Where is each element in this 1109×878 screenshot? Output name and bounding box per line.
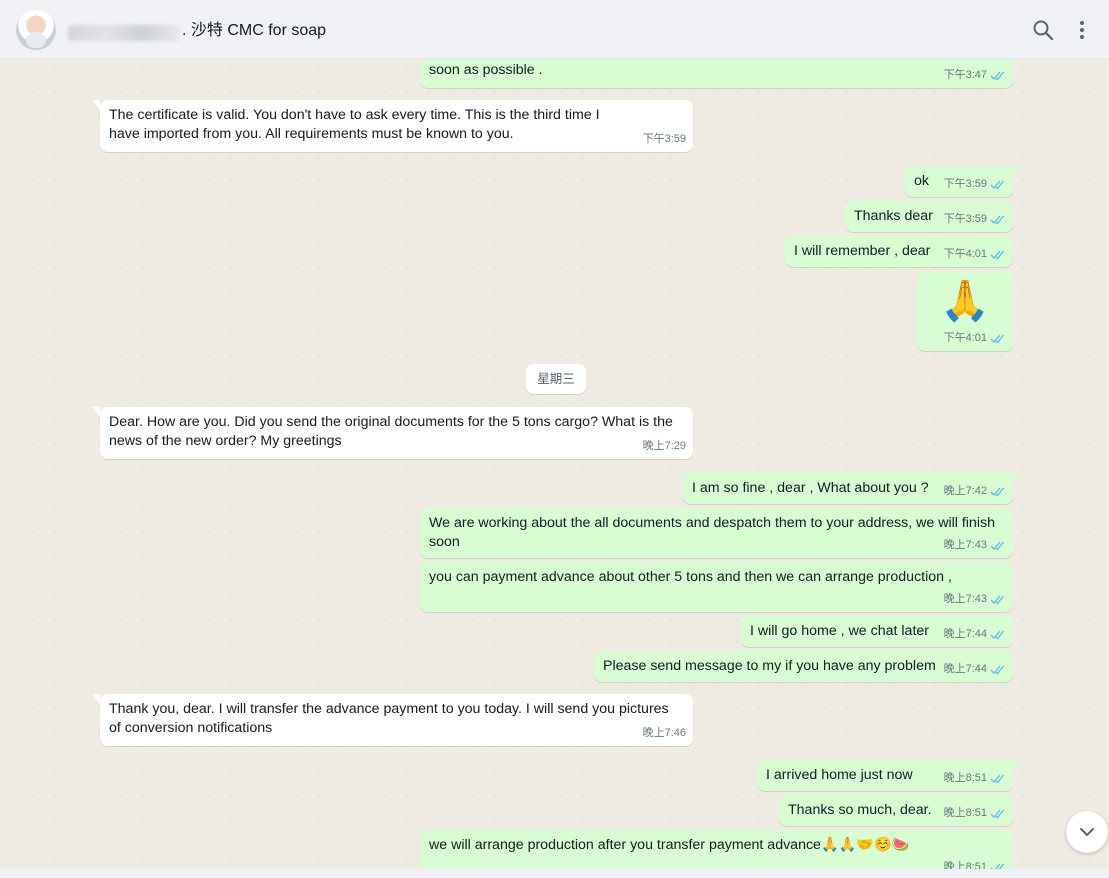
outgoing-message[interactable]: We are working about the all documents a…: [420, 508, 1013, 558]
read-receipt-icon: [990, 863, 1005, 869]
message-time: 晚上7:42: [943, 485, 987, 497]
message-time: 下午3:47: [943, 69, 987, 81]
outgoing-message[interactable]: Please send message to my if you have an…: [594, 651, 1013, 682]
outgoing-message[interactable]: soon as possible . 下午3:47: [420, 59, 1013, 88]
contact-avatar[interactable]: [16, 10, 56, 50]
read-receipt-icon: [990, 630, 1005, 640]
message-text: we will arrange production after you tra…: [429, 837, 910, 853]
message-text: Thank you, dear. I will transfer the adv…: [109, 701, 669, 736]
read-receipt-icon: [990, 809, 1005, 819]
outgoing-emoji-message[interactable]: 🙏 下午4:01: [917, 271, 1013, 351]
message-text: The certificate is valid. You don't have…: [109, 107, 600, 142]
message-time: 晚上8:51: [943, 861, 987, 869]
message-time: 下午3:59: [642, 133, 686, 145]
message-text: you can payment advance about other 5 to…: [429, 569, 952, 585]
read-receipt-icon: [990, 541, 1005, 551]
read-receipt-icon: [990, 595, 1005, 605]
read-receipt-icon: [990, 250, 1005, 260]
search-icon[interactable]: [1031, 18, 1055, 42]
chevron-down-icon: [1080, 828, 1094, 836]
outgoing-message[interactable]: you can payment advance about other 5 to…: [420, 562, 1013, 612]
message-emoji: 🙏: [940, 279, 990, 323]
composer-bar-edge: [0, 869, 1109, 878]
scroll-to-bottom-button[interactable]: [1066, 811, 1108, 853]
read-receipt-icon: [990, 215, 1005, 225]
message-time: 晚上7:43: [943, 593, 987, 605]
message-text: Dear. How are you. Did you send the orig…: [109, 414, 673, 449]
read-receipt-icon: [990, 334, 1005, 344]
message-time: 晚上8:51: [943, 772, 987, 784]
message-time: 晚上8:51: [943, 807, 987, 819]
message-time: 晚上7:29: [642, 440, 686, 452]
date-separator: 星期三: [526, 364, 586, 394]
message-time: 下午4:01: [943, 332, 987, 344]
outgoing-message[interactable]: Thanks dear 下午3:59: [845, 201, 1013, 232]
outgoing-message[interactable]: I arrived home just now 晚上8:51: [757, 760, 1021, 791]
incoming-message[interactable]: Thank you, dear. I will transfer the adv…: [92, 694, 693, 746]
outgoing-message[interactable]: we will arrange production after you tra…: [420, 830, 1013, 869]
message-time: 晚上7:44: [943, 663, 987, 675]
outgoing-message[interactable]: I will remember , dear 下午4:01: [785, 236, 1013, 267]
chat-area[interactable]: soon as possible . 下午3:47 The certificat…: [0, 59, 1109, 869]
message-text: soon as possible .: [429, 62, 543, 78]
read-receipt-icon: [990, 71, 1005, 81]
incoming-message[interactable]: The certificate is valid. You don't have…: [92, 100, 693, 152]
message-time: 下午3:59: [943, 178, 987, 190]
message-time: 下午3:59: [943, 213, 987, 225]
menu-icon[interactable]: [1070, 18, 1094, 42]
contact-name[interactable]: . 沙特 CMC for soap: [182, 19, 326, 43]
outgoing-message[interactable]: I will go home , we chat later 晚上7:44: [741, 616, 1013, 647]
outgoing-message[interactable]: I am so fine , dear , What about you ? 晚…: [683, 473, 1021, 504]
read-receipt-icon: [990, 774, 1005, 784]
outgoing-message[interactable]: Thanks so much, dear. 晚上8:51: [779, 795, 1013, 826]
read-receipt-icon: [990, 180, 1005, 190]
message-time: 晚上7:44: [943, 628, 987, 640]
message-time: 下午4:01: [943, 248, 987, 260]
incoming-message[interactable]: Dear. How are you. Did you send the orig…: [92, 407, 693, 459]
message-time: 晚上7:43: [943, 539, 987, 551]
outgoing-message[interactable]: ok 下午3:59: [905, 166, 1021, 197]
chat-header: . 沙特 CMC for soap: [0, 0, 1109, 59]
message-text: We are working about the all documents a…: [429, 515, 995, 550]
message-time: 晚上7:46: [642, 727, 686, 739]
read-receipt-icon: [990, 665, 1005, 675]
read-receipt-icon: [990, 487, 1005, 497]
redacted-contact-name: [68, 25, 180, 41]
